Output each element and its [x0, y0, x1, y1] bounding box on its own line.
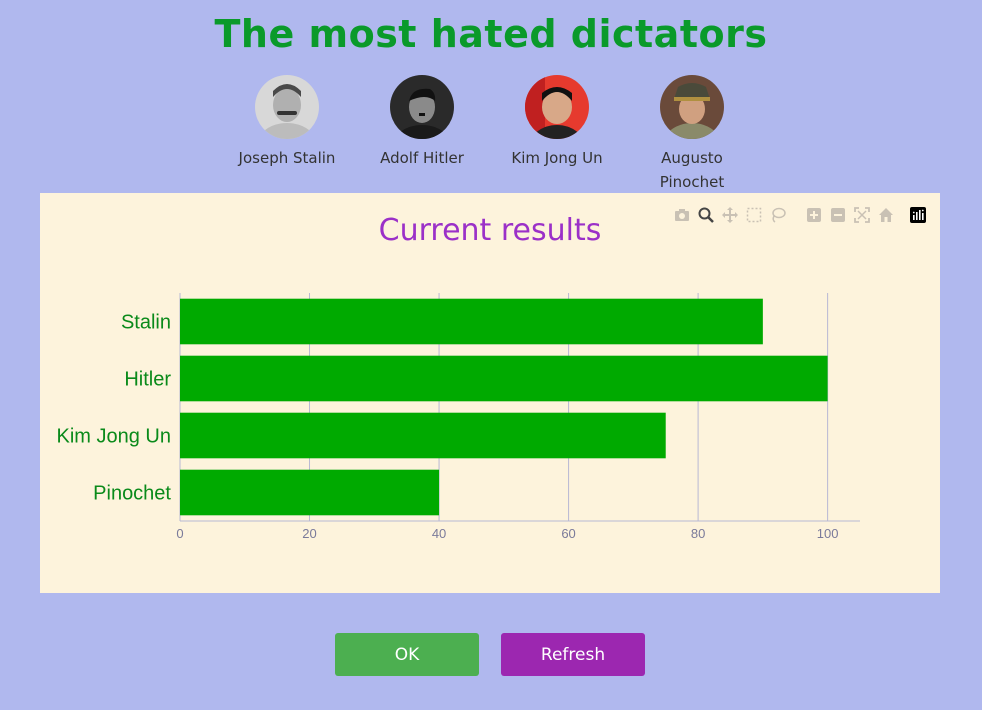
kim-jong-un-portrait-icon: [525, 75, 589, 139]
ok-button[interactable]: OK: [335, 633, 479, 676]
candidate-name: Augusto Pinochet: [659, 149, 725, 191]
y-tick-label: Pinochet: [93, 483, 171, 505]
x-tick-label: 0: [176, 526, 183, 541]
bar-kim-jong-un[interactable]: [180, 412, 666, 459]
x-tick-label: 40: [432, 526, 446, 541]
x-tick-label: 60: [561, 526, 575, 541]
bar-chart: Stalin Hitler Kim Jong Un Pinochet 0 20 40 60 8…: [57, 293, 860, 541]
x-tick-label: 20: [302, 526, 316, 541]
hitler-portrait-icon: [390, 75, 454, 139]
candidate-list: Joseph Stalin Adolf Hitler Kim Jong Un A…: [0, 75, 982, 191]
candidate-kim[interactable]: Kim Jong Un: [502, 75, 612, 170]
bar-hitler[interactable]: [180, 355, 828, 402]
y-tick-label: Stalin: [121, 312, 171, 334]
y-tick-label: Kim Jong Un: [57, 426, 172, 448]
pinochet-portrait-icon: [660, 75, 724, 139]
bar-pinochet[interactable]: [180, 469, 440, 516]
chart-panel: Current results Stalin Hitler Kim Jong U…: [40, 193, 940, 593]
candidate-name: Joseph Stalin: [238, 149, 336, 167]
refresh-button[interactable]: Refresh: [501, 633, 645, 676]
candidate-pinochet[interactable]: Augusto Pinochet: [637, 75, 747, 194]
candidate-name: Adolf Hitler: [380, 149, 464, 167]
x-tick-label: 80: [691, 526, 705, 541]
candidate-name: Kim Jong Un: [511, 149, 603, 167]
candidate-stalin[interactable]: Joseph Stalin: [232, 75, 342, 170]
page-title: The most hated dictators: [214, 12, 768, 56]
stalin-portrait-icon: [255, 75, 319, 139]
candidate-hitler[interactable]: Adolf Hitler: [367, 75, 477, 170]
x-tick-label: 100: [817, 526, 839, 541]
y-tick-label: Hitler: [124, 369, 171, 391]
action-buttons: OK Refresh: [0, 633, 982, 676]
bar-stalin[interactable]: [180, 298, 763, 345]
